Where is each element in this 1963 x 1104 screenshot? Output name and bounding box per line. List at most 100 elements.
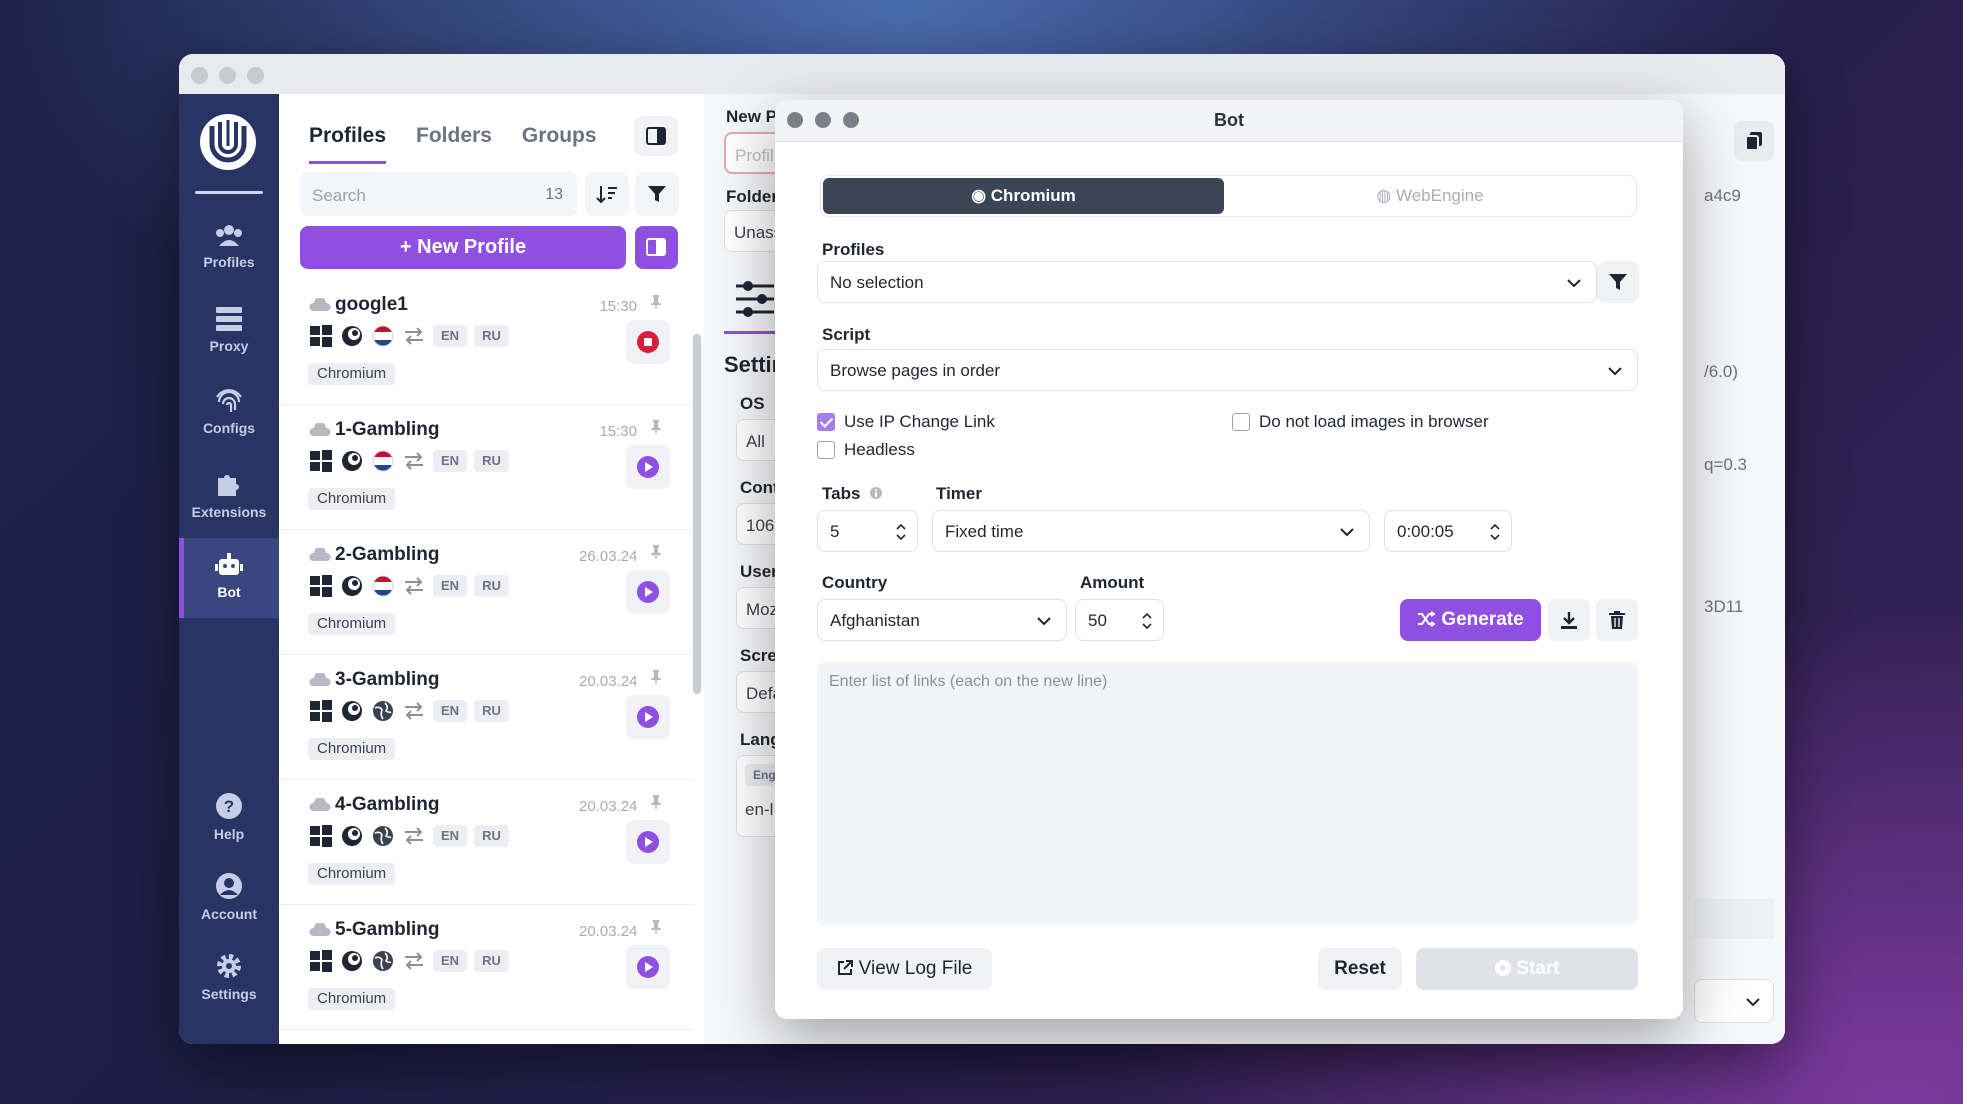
profiles-select[interactable]: No selection bbox=[817, 261, 1597, 303]
pin-icon[interactable] bbox=[648, 669, 664, 685]
profile-row[interactable]: google1 15:30 EN RU Chromium bbox=[279, 280, 694, 405]
start-button[interactable]: Start bbox=[1416, 948, 1638, 990]
view-log-button[interactable]: View Log File bbox=[817, 948, 992, 990]
download-button[interactable] bbox=[1548, 599, 1590, 641]
rail-item-proxy[interactable]: Proxy bbox=[179, 306, 279, 386]
editor-select[interactable] bbox=[1694, 979, 1774, 1023]
profile-name[interactable]: 4-Gambling bbox=[335, 794, 440, 816]
view-log-label: View Log File bbox=[858, 958, 973, 979]
profile-date: 15:30 bbox=[599, 423, 637, 440]
profile-row[interactable]: 2-Gambling 26.03.24 EN RU Chromium bbox=[279, 530, 694, 655]
profile-name[interactable]: google1 bbox=[335, 294, 408, 316]
copy-button[interactable] bbox=[1734, 121, 1774, 161]
rail-item-settings[interactable]: Settings bbox=[179, 952, 279, 1032]
profiles-filter-button[interactable] bbox=[1597, 261, 1639, 303]
profile-attributes: EN RU bbox=[309, 949, 509, 973]
pin-icon[interactable] bbox=[648, 294, 664, 310]
filter-icon bbox=[1609, 274, 1627, 290]
profiles-icon bbox=[216, 225, 242, 246]
rail-item-configs[interactable]: Configs bbox=[179, 388, 279, 468]
new-profile-button[interactable]: + New Profile bbox=[300, 226, 626, 269]
profile-name[interactable]: 3-Gambling bbox=[335, 669, 440, 691]
script-select[interactable]: Browse pages in order bbox=[817, 349, 1638, 391]
engine-badge: Chromium bbox=[308, 488, 396, 510]
country-select[interactable]: Afghanistan bbox=[817, 599, 1067, 641]
list-scrollbar[interactable] bbox=[693, 334, 701, 694]
cont-label: Cont bbox=[740, 478, 779, 497]
rail-item-bot[interactable]: Bot bbox=[179, 538, 279, 618]
external-link-icon bbox=[837, 960, 853, 975]
svg-text:?: ? bbox=[224, 797, 234, 816]
rail-item-profiles[interactable]: Profiles bbox=[179, 222, 279, 302]
timer-value-stepper[interactable]: 0:00:05 bbox=[1384, 510, 1512, 552]
plus-icon: + bbox=[399, 236, 418, 258]
ip-change-checkbox[interactable] bbox=[817, 413, 835, 431]
profile-attributes: EN RU bbox=[309, 824, 509, 848]
amount-stepper[interactable]: 50 bbox=[1075, 599, 1164, 641]
profile-row[interactable]: 5-Gambling 20.03.24 EN RU Chromium bbox=[279, 905, 694, 1030]
globe-icon bbox=[373, 951, 393, 971]
play-button[interactable] bbox=[626, 945, 670, 989]
stepper-icon[interactable] bbox=[1141, 611, 1153, 631]
pin-icon[interactable] bbox=[648, 544, 664, 560]
profile-name[interactable]: 1-Gambling bbox=[335, 419, 440, 441]
sidebar-toggle-button[interactable] bbox=[634, 116, 678, 156]
timer-mode-select[interactable]: Fixed time bbox=[932, 510, 1370, 552]
ip-change-option[interactable]: Use IP Change Link bbox=[817, 412, 995, 432]
stepper-icon[interactable] bbox=[1489, 522, 1501, 542]
generate-button[interactable]: Generate bbox=[1400, 599, 1541, 641]
links-textarea[interactable]: Enter list of links (each on the new lin… bbox=[817, 662, 1638, 925]
settings-sliders-icon[interactable] bbox=[734, 279, 776, 319]
dialog-close-dot[interactable] bbox=[787, 112, 803, 128]
headless-checkbox[interactable] bbox=[817, 441, 835, 459]
filter-button[interactable] bbox=[635, 172, 679, 216]
play-circle-icon bbox=[1495, 960, 1512, 976]
rail-label-settings: Settings bbox=[201, 986, 257, 1002]
profile-row[interactable]: 3-Gambling 20.03.24 EN RU Chromium bbox=[279, 655, 694, 780]
rail-item-help[interactable]: ? Help bbox=[179, 792, 279, 872]
profile-name[interactable]: 5-Gambling bbox=[335, 919, 440, 941]
rail-item-account[interactable]: Account bbox=[179, 872, 279, 952]
play-button[interactable] bbox=[626, 695, 670, 739]
profile-attributes: EN RU bbox=[309, 574, 509, 598]
tab-folders[interactable]: Folders bbox=[416, 124, 492, 164]
profile-row[interactable]: 4-Gambling 20.03.24 EN RU Chromium bbox=[279, 780, 694, 905]
new-profile-options-button[interactable] bbox=[635, 226, 678, 269]
info-icon[interactable] bbox=[869, 486, 883, 500]
pin-icon[interactable] bbox=[648, 419, 664, 435]
profile-row[interactable]: 1-Gambling 15:30 EN RU Chromium bbox=[279, 405, 694, 530]
dialog-minimize-dot[interactable] bbox=[815, 112, 831, 128]
engine-chromium-tab[interactable]: ◉ Chromium bbox=[823, 178, 1224, 214]
no-images-option[interactable]: Do not load images in browser bbox=[1232, 412, 1489, 432]
close-dot[interactable] bbox=[191, 67, 208, 84]
headless-option[interactable]: Headless bbox=[817, 440, 915, 460]
language-badge: EN bbox=[433, 950, 468, 972]
delete-button[interactable] bbox=[1596, 599, 1638, 641]
tab-groups[interactable]: Groups bbox=[522, 124, 597, 164]
tab-profiles[interactable]: Profiles bbox=[309, 124, 387, 164]
pin-icon[interactable] bbox=[648, 794, 664, 810]
windows-icon bbox=[310, 325, 332, 347]
windows-icon bbox=[310, 700, 332, 722]
profile-attributes: EN RU bbox=[309, 449, 509, 473]
proxy-icon bbox=[216, 307, 242, 331]
no-images-checkbox[interactable] bbox=[1232, 413, 1250, 431]
sort-button[interactable] bbox=[585, 172, 629, 216]
stepper-icon[interactable] bbox=[895, 522, 907, 542]
play-button[interactable] bbox=[626, 820, 670, 864]
play-button[interactable] bbox=[626, 445, 670, 489]
zoom-dot[interactable] bbox=[247, 67, 264, 84]
script-label: Script bbox=[822, 325, 871, 344]
dialog-zoom-dot[interactable] bbox=[843, 112, 859, 128]
minimize-dot[interactable] bbox=[219, 67, 236, 84]
search-input[interactable]: Search 13 bbox=[300, 172, 577, 216]
reset-button[interactable]: Reset bbox=[1318, 948, 1402, 990]
stop-button[interactable] bbox=[626, 320, 670, 364]
tabs-stepper[interactable]: 5 bbox=[817, 510, 918, 552]
profile-name[interactable]: 2-Gambling bbox=[335, 544, 440, 566]
ip-change-label: Use IP Change Link bbox=[844, 412, 995, 431]
shuffle-icon bbox=[1418, 611, 1437, 627]
pin-icon[interactable] bbox=[648, 919, 664, 935]
engine-webengine-tab[interactable]: ◍ WebEngine bbox=[1226, 178, 1634, 214]
play-button[interactable] bbox=[626, 570, 670, 614]
